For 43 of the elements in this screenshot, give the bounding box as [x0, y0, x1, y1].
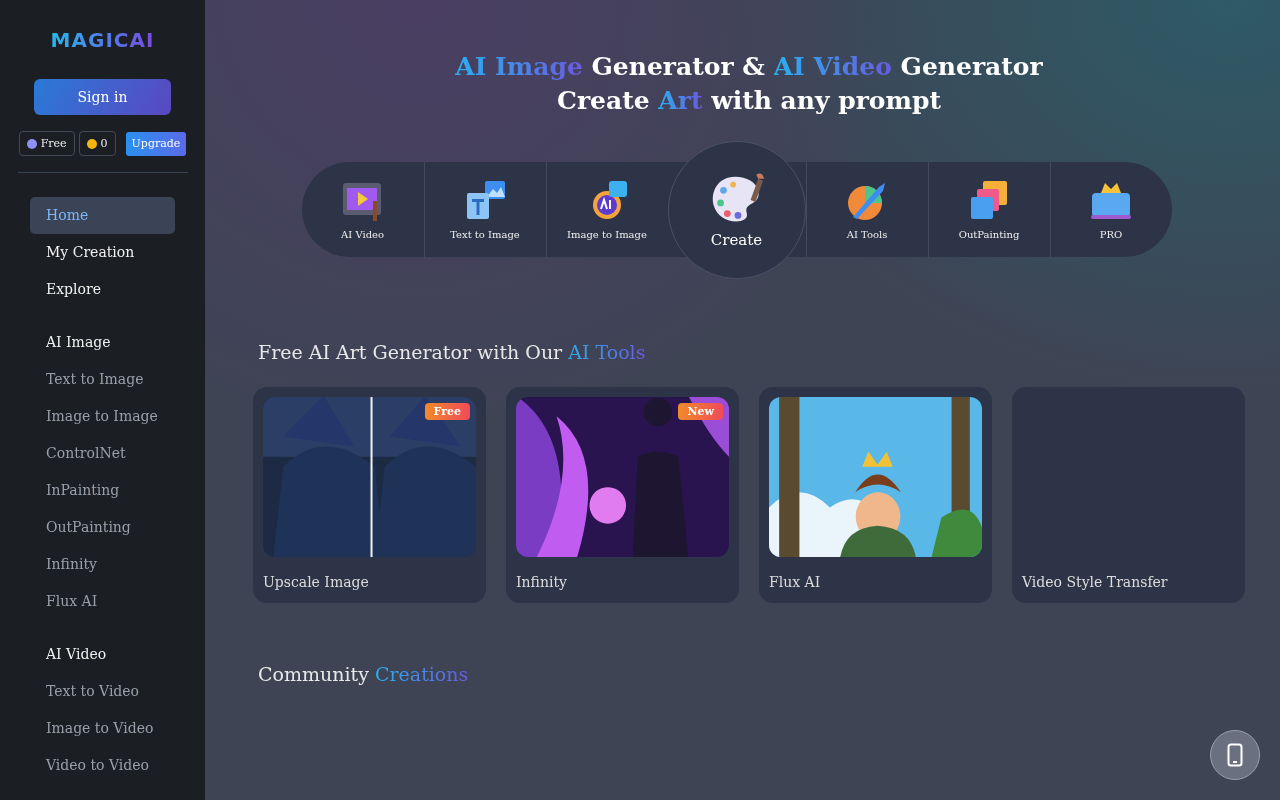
nav-item[interactable]: Explore: [30, 271, 175, 308]
tool-card[interactable]: Free Upscale Image: [253, 387, 486, 603]
tool-card[interactable]: Video Style Transfer: [1012, 387, 1245, 603]
nav-heading: AI Video: [45, 645, 108, 664]
nav-item[interactable]: Image to Image: [30, 398, 175, 435]
plan-chip: Free: [18, 131, 75, 156]
tool-card[interactable]: New Infinity: [506, 387, 739, 603]
card-title: Video Style Transfer: [1022, 574, 1169, 590]
sign-in-button[interactable]: Sign in: [34, 79, 171, 115]
upgrade-button[interactable]: Upgrade: [125, 131, 187, 156]
hero-title: AI Image Generator & AI Video Generator: [455, 51, 1043, 83]
nav-item[interactable]: InPainting: [30, 472, 175, 509]
nav-item[interactable]: OutPainting: [30, 509, 175, 546]
nav-item[interactable]: Image to Video: [30, 710, 175, 747]
nav-item[interactable]: ControlNet: [30, 435, 175, 472]
plan-icon: [26, 138, 37, 149]
nav-heading: AI Image: [45, 333, 112, 352]
card-badge: New: [678, 403, 723, 420]
nav-item[interactable]: Text to Video: [30, 673, 175, 710]
tool-button[interactable]: Text to Image: [423, 162, 546, 257]
tool-button[interactable]: AI Video: [301, 162, 424, 257]
tool-button[interactable]: OutPainting: [927, 162, 1050, 257]
card-title: Upscale Image: [263, 574, 370, 590]
create-button[interactable]: Create: [667, 140, 806, 279]
tool-button[interactable]: PRO: [1049, 162, 1172, 257]
card-title: Flux AI: [769, 574, 822, 590]
nav-item[interactable]: Video to Video: [30, 747, 175, 784]
hero-title: Create Art with any prompt: [557, 85, 941, 117]
credits-chip: 0: [78, 131, 116, 156]
nav-item[interactable]: Text to Image: [30, 361, 175, 398]
card-badge: Free: [424, 403, 470, 420]
coin-icon: [86, 138, 97, 149]
card-title: Infinity: [516, 574, 568, 590]
tool-button[interactable]: AI Tools: [805, 162, 928, 257]
nav-item[interactable]: My Creation: [30, 234, 175, 271]
tool-card[interactable]: Flux AI: [759, 387, 992, 603]
nav-item[interactable]: Home: [30, 197, 175, 234]
nav-item[interactable]: Flux AI: [30, 583, 175, 620]
section-title: Community Creations: [258, 663, 470, 685]
section-title: Free AI Art Generator with Our AI Tools: [258, 341, 647, 363]
nav-item[interactable]: Infinity: [30, 546, 175, 583]
tool-button[interactable]: Image to Image: [545, 162, 668, 257]
phone-icon: [1227, 743, 1243, 767]
